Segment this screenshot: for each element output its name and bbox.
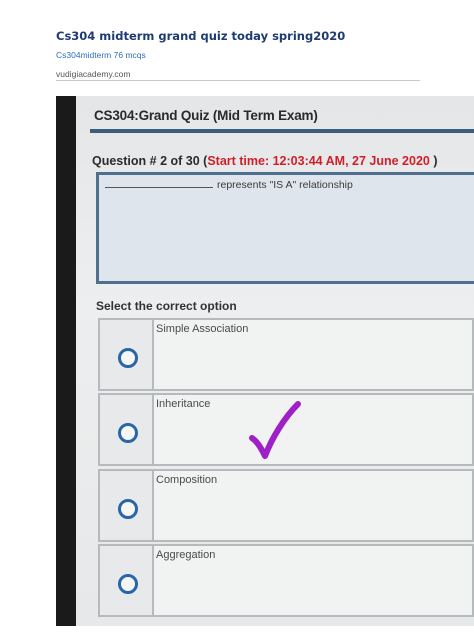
quiz-screen: CS304:Grand Quiz (Mid Term Exam) Questio…: [76, 96, 474, 626]
answer-cell[interactable]: Simple Association: [154, 320, 472, 389]
fill-blank: [105, 187, 213, 188]
radio-button[interactable]: [118, 348, 138, 368]
option-label: Aggregation: [156, 549, 216, 561]
question-header: Question # 2 of 30 (Start time: 12:03:44…: [92, 154, 438, 168]
option-label: Inheritance: [156, 398, 211, 410]
document-subtitle[interactable]: Cs304midterm 76 mcqs: [56, 50, 146, 60]
radio-cell: [100, 546, 154, 615]
answer-cell[interactable]: Aggregation: [154, 546, 472, 615]
site-name: vudigiacademy.com: [56, 69, 131, 79]
radio-button[interactable]: [118, 499, 138, 519]
option-composition[interactable]: Composition: [98, 469, 474, 542]
radio-button[interactable]: [118, 423, 138, 443]
checkmark-icon: [249, 401, 301, 459]
option-label: Composition: [156, 474, 218, 486]
answer-cell[interactable]: Inheritance: [154, 395, 472, 464]
title-divider: [90, 129, 474, 133]
start-time: Start time: 12:03:44 AM, 27 June 2020: [207, 154, 430, 168]
quiz-title: CS304:Grand Quiz (Mid Term Exam): [94, 108, 318, 123]
divider: [56, 80, 420, 81]
radio-cell: [100, 395, 154, 464]
question-number: Question # 2 of 30 (: [92, 154, 208, 168]
question-text: represents "IS A" relationship: [105, 179, 353, 191]
question-text-body: represents "IS A" relationship: [217, 179, 353, 191]
option-label: Simple Association: [156, 323, 249, 335]
question-header-close: ): [433, 154, 438, 168]
option-aggregation[interactable]: Aggregation: [98, 544, 474, 617]
radio-cell: [100, 471, 154, 540]
quiz-screenshot-photo: CS304:Grand Quiz (Mid Term Exam) Questio…: [56, 96, 474, 626]
answer-cell[interactable]: Composition: [154, 471, 472, 540]
radio-cell: [100, 320, 154, 389]
question-box: represents "IS A" relationship: [96, 172, 474, 284]
document-title: Cs304 midterm grand quiz today spring202…: [56, 29, 346, 43]
select-option-label: Select the correct option: [96, 299, 237, 313]
radio-button[interactable]: [118, 574, 138, 594]
option-simple-association[interactable]: Simple Association: [98, 318, 474, 391]
